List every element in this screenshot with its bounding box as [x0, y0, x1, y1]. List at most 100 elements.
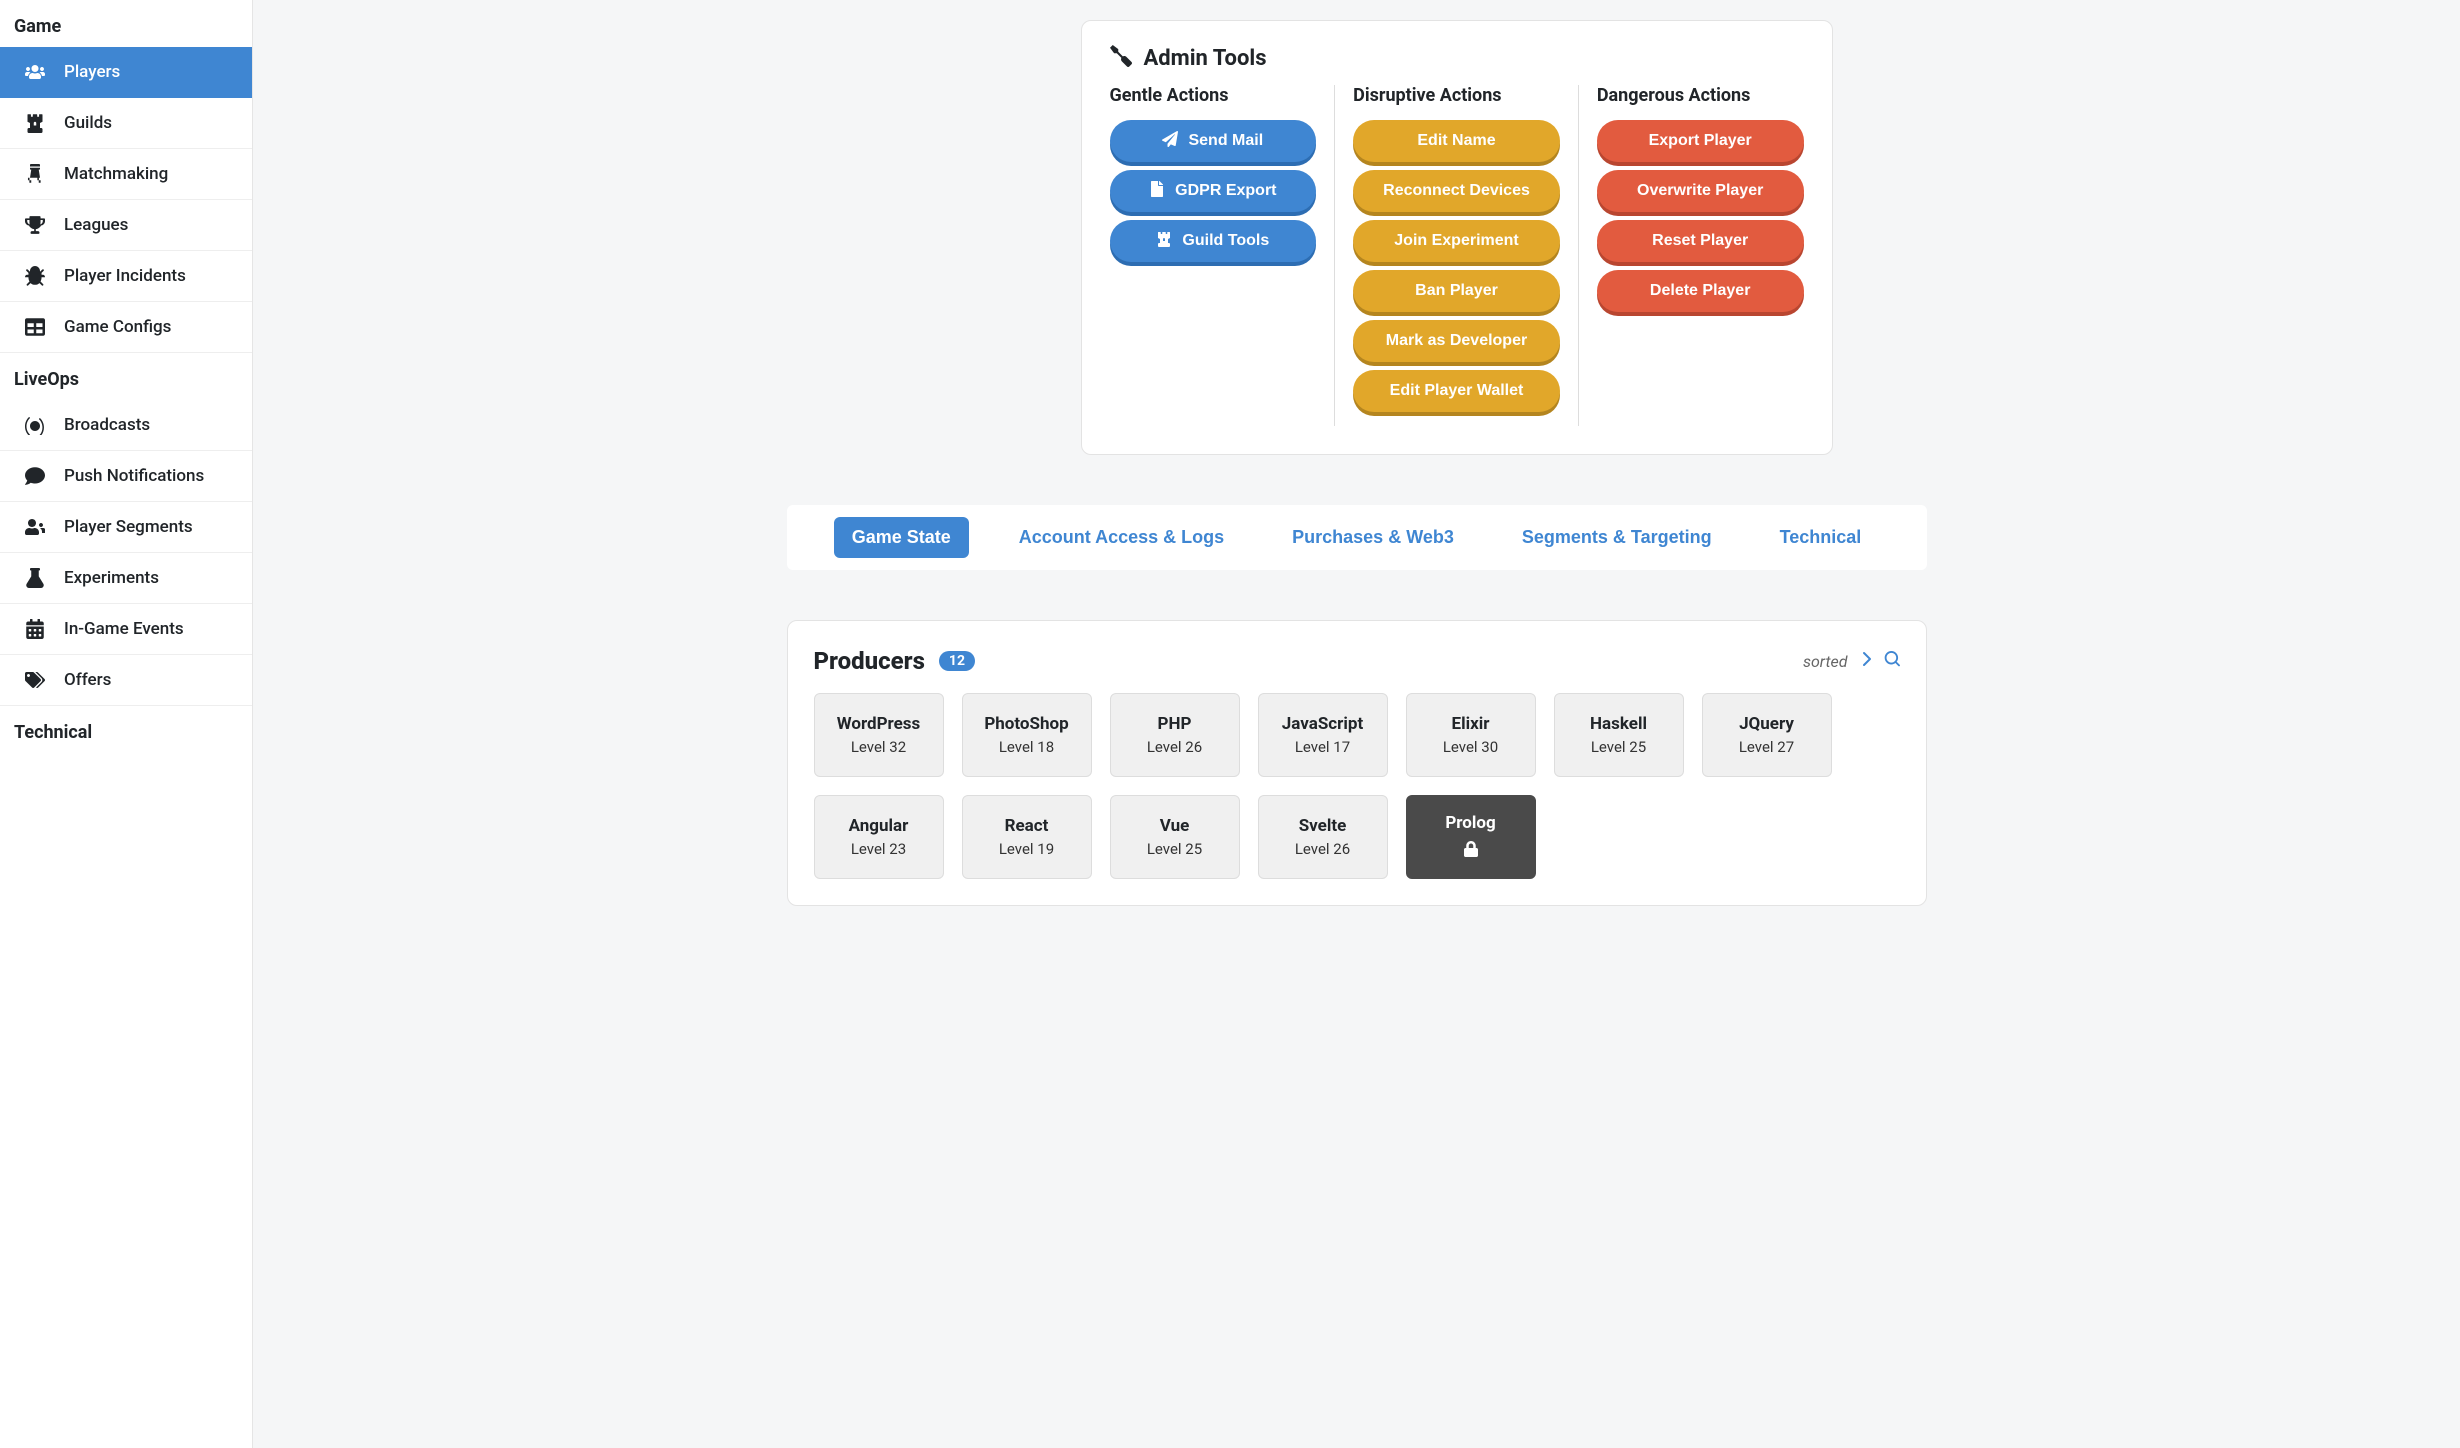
sidebar-item-guilds[interactable]: Guilds: [0, 98, 252, 149]
tab-account-access-logs[interactable]: Account Access & Logs: [1001, 517, 1242, 558]
sidebar-item-label: Game Configs: [64, 317, 171, 337]
producers-grid: WordPressLevel 32PhotoShopLevel 18PHPLev…: [814, 693, 1900, 879]
calendar-icon: [24, 619, 46, 639]
reset-player-button[interactable]: Reset Player: [1597, 220, 1804, 262]
producer-tile[interactable]: Prolog: [1406, 795, 1536, 879]
guild-tools-button[interactable]: Guild Tools: [1110, 220, 1317, 262]
export-player-button[interactable]: Export Player: [1597, 120, 1804, 162]
producer-name: Elixir: [1452, 714, 1490, 734]
action-column-title: Dangerous Actions: [1597, 85, 1804, 106]
mark-as-developer-button[interactable]: Mark as Developer: [1353, 320, 1560, 362]
sidebar-section-title: Technical: [0, 706, 252, 753]
producer-name: Haskell: [1590, 714, 1647, 734]
producer-tile[interactable]: HaskellLevel 25: [1554, 693, 1684, 777]
button-label: Join Experiment: [1394, 232, 1518, 250]
producer-name: JQuery: [1739, 714, 1794, 734]
button-label: Mark as Developer: [1386, 332, 1527, 350]
tabs-row: Game State Account Access & Logs Purchases…: [787, 505, 1927, 570]
admin-tools-card: Admin Tools Gentle Actions Send Mail GDPR …: [1081, 20, 1833, 455]
producer-name: Vue: [1160, 816, 1190, 836]
sidebar-item-player-incidents[interactable]: Player Incidents: [0, 251, 252, 302]
button-label: Overwrite Player: [1637, 182, 1763, 200]
ban-player-button[interactable]: Ban Player: [1353, 270, 1560, 312]
producer-tile[interactable]: SvelteLevel 26: [1258, 795, 1388, 879]
producer-tile[interactable]: PhotoShopLevel 18: [962, 693, 1092, 777]
gdpr-export-button[interactable]: GDPR Export: [1110, 170, 1317, 212]
sidebar-item-label: Broadcasts: [64, 415, 150, 435]
chess-icon: [24, 164, 46, 184]
action-column-blue: Gentle Actions Send Mail GDPR Export Guild …: [1110, 85, 1336, 426]
sidebar-item-label: Push Notifications: [64, 466, 204, 486]
trophy-icon: [24, 215, 46, 235]
delete-player-button[interactable]: Delete Player: [1597, 270, 1804, 312]
sidebar-item-label: Experiments: [64, 568, 159, 588]
button-label: Reconnect Devices: [1383, 182, 1530, 200]
producer-level: Level 27: [1739, 738, 1794, 756]
producer-tile[interactable]: WordPress Level 32: [814, 693, 944, 777]
sidebar-item-game-configs[interactable]: Game Configs: [0, 302, 252, 353]
producers-card: Producers 12 sorted WordPressLevel 32Pho…: [787, 620, 1927, 906]
sidebar: GamePlayersGuildsMatchmakingLeaguesPlaye…: [0, 0, 253, 1448]
producer-tile[interactable]: JQuery Level 27: [1702, 693, 1832, 777]
user-segment-icon: [24, 517, 46, 537]
tab-technical[interactable]: Technical: [1762, 517, 1880, 558]
producer-tile[interactable]: JavaScriptLevel 17: [1258, 693, 1388, 777]
producer-name: WordPress: [837, 714, 921, 734]
producer-level: Level 23: [851, 840, 906, 858]
sidebar-item-broadcasts[interactable]: Broadcasts: [0, 400, 252, 451]
sidebar-item-player-segments[interactable]: Player Segments: [0, 502, 252, 553]
producer-name: Prolog: [1445, 813, 1495, 833]
producer-name: JavaScript: [1282, 714, 1363, 734]
tab-game-state[interactable]: Game State: [834, 517, 969, 558]
paper-plane-icon: [1162, 131, 1178, 152]
producer-name: PHP: [1158, 714, 1192, 734]
sorted-label: sorted: [1803, 652, 1848, 671]
sidebar-item-matchmaking[interactable]: Matchmaking: [0, 149, 252, 200]
producer-tile[interactable]: VueLevel 25: [1110, 795, 1240, 879]
producer-tile[interactable]: ElixirLevel 30: [1406, 693, 1536, 777]
button-label: Guild Tools: [1182, 232, 1269, 250]
sidebar-item-experiments[interactable]: Experiments: [0, 553, 252, 604]
sidebar-item-offers[interactable]: Offers: [0, 655, 252, 706]
producer-tile[interactable]: Angular Level 23: [814, 795, 944, 879]
bug-icon: [24, 266, 46, 286]
join-experiment-button[interactable]: Join Experiment: [1353, 220, 1560, 262]
search-icon[interactable]: [1884, 651, 1900, 671]
producer-level: Level 32: [851, 738, 906, 756]
chess-rook-icon: [1156, 231, 1172, 252]
action-column-yellow: Disruptive ActionsEdit NameReconnect Dev…: [1353, 85, 1579, 426]
button-label: Export Player: [1649, 132, 1752, 150]
send-mail-button[interactable]: Send Mail: [1110, 120, 1317, 162]
sidebar-item-leagues[interactable]: Leagues: [0, 200, 252, 251]
producer-level: Level 19: [999, 840, 1054, 858]
users-icon: [24, 62, 46, 82]
table-icon: [24, 317, 46, 337]
flask-icon: [24, 568, 46, 588]
edit-player-wallet-button[interactable]: Edit Player Wallet: [1353, 370, 1560, 412]
action-column-title: Gentle Actions: [1110, 85, 1317, 106]
broadcast-icon: [24, 415, 46, 435]
chevron-right-icon[interactable]: [1858, 651, 1874, 671]
chess-rook-icon: [24, 113, 46, 133]
tab-segments-targeting[interactable]: Segments & Targeting: [1504, 517, 1730, 558]
sidebar-item-in-game-events[interactable]: In-Game Events: [0, 604, 252, 655]
producer-name: React: [1005, 816, 1049, 836]
admin-tools-title: Admin Tools: [1144, 46, 1267, 71]
tab-purchases-web3[interactable]: Purchases & Web3: [1274, 517, 1472, 558]
button-label: Delete Player: [1650, 282, 1751, 300]
edit-name-button[interactable]: Edit Name: [1353, 120, 1560, 162]
button-label: Send Mail: [1188, 132, 1263, 150]
comment-icon: [24, 466, 46, 486]
sidebar-item-players[interactable]: Players: [0, 47, 252, 98]
reconnect-devices-button[interactable]: Reconnect Devices: [1353, 170, 1560, 212]
producer-name: Svelte: [1299, 816, 1347, 836]
button-label: Reset Player: [1652, 232, 1748, 250]
producers-count-badge: 12: [939, 651, 975, 671]
button-label: Edit Name: [1417, 132, 1495, 150]
producer-tile[interactable]: PHPLevel 26: [1110, 693, 1240, 777]
sidebar-section-title: LiveOps: [0, 353, 252, 400]
producer-name: Angular: [849, 816, 909, 836]
producer-tile[interactable]: React Level 19: [962, 795, 1092, 879]
sidebar-item-push-notifications[interactable]: Push Notifications: [0, 451, 252, 502]
overwrite-player-button[interactable]: Overwrite Player: [1597, 170, 1804, 212]
